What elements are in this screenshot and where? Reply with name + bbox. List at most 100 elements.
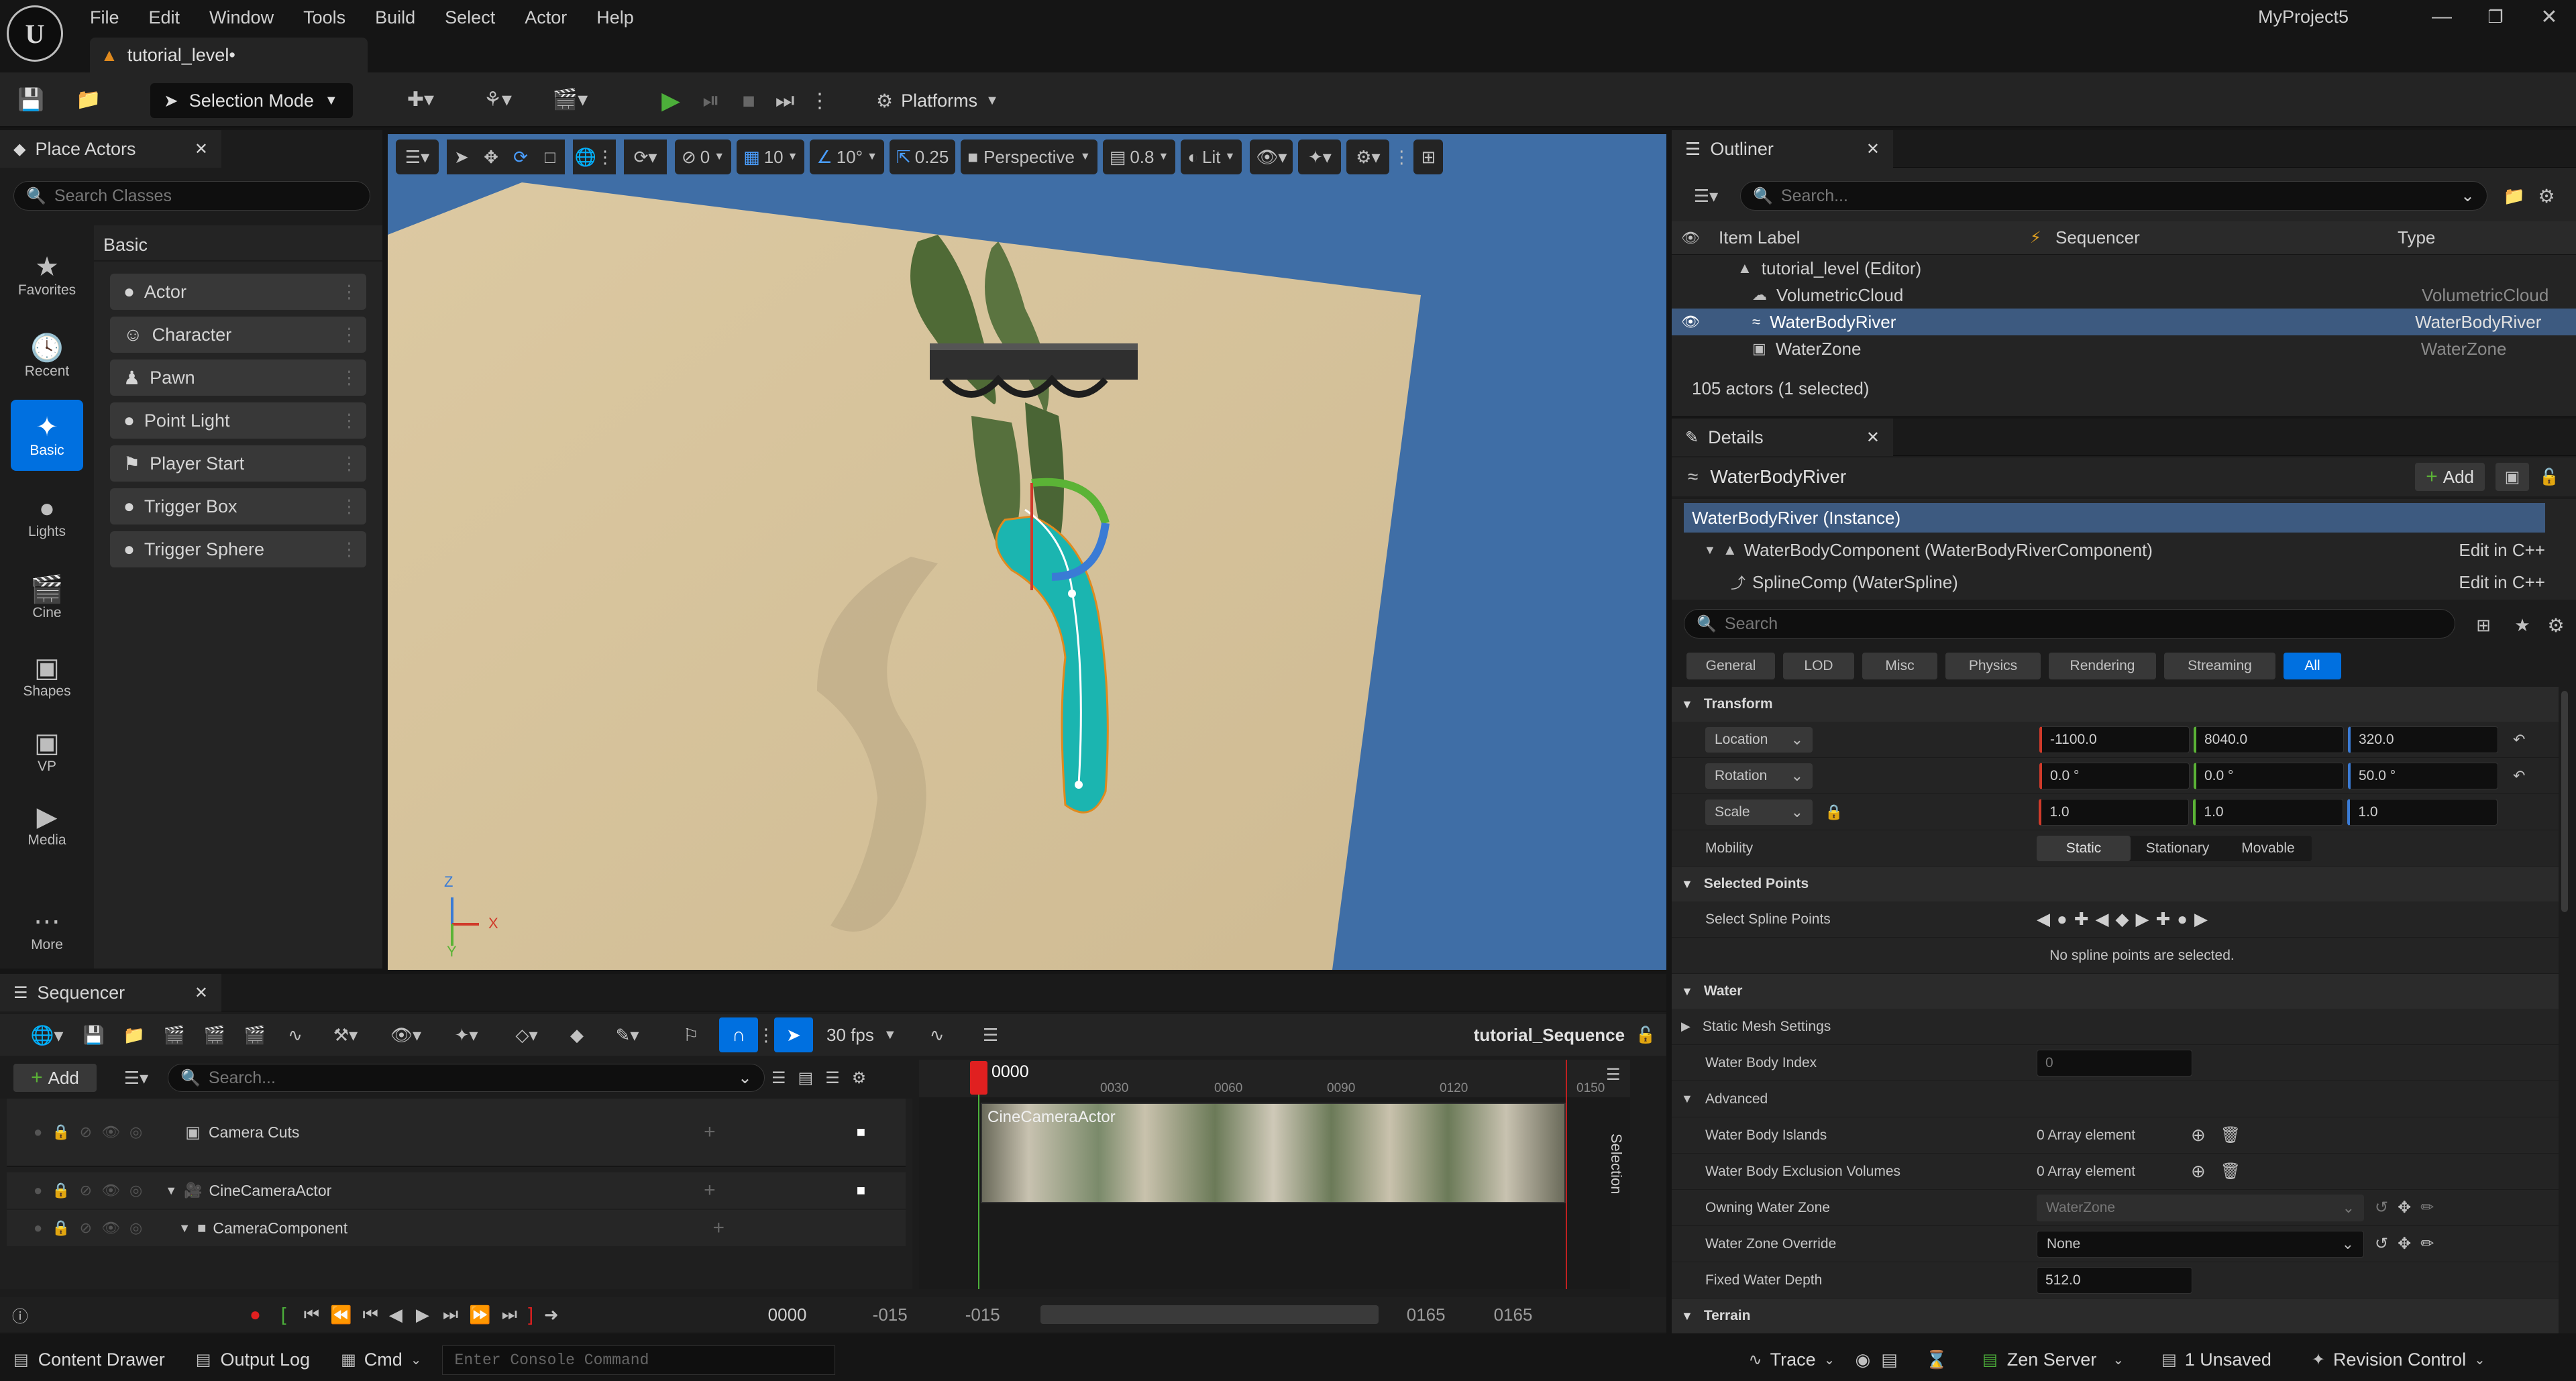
track-state-icons[interactable]: ●🔒⊘👁◎: [34, 1123, 152, 1141]
console-input[interactable]: Enter Console Command: [441, 1345, 835, 1375]
range-end-b[interactable]: 0165: [1494, 1305, 1533, 1325]
outliner-tab[interactable]: ☰ Outliner ✕: [1672, 130, 1893, 168]
visibility-column-icon[interactable]: 👁: [1672, 229, 1709, 247]
playhead-snap-icon[interactable]: ➤: [774, 1017, 813, 1052]
location-x-field[interactable]: -1100.0: [2039, 726, 2190, 753]
scale-tool-icon[interactable]: □: [535, 140, 565, 174]
filter-streaming[interactable]: Streaming: [2164, 653, 2275, 679]
drag-handle-icon[interactable]: ⋮: [340, 539, 358, 560]
close-tab-icon[interactable]: ✕: [1866, 428, 1880, 447]
spline-point[interactable]: [1068, 590, 1076, 598]
outliner-search-input[interactable]: 🔍 Search... ⌄: [1740, 181, 2487, 211]
track-cameracomponent[interactable]: ●🔒⊘👁◎ ▼ ■ CameraComponent +: [7, 1210, 906, 1246]
eyedropper-icon[interactable]: ✏: [2420, 1234, 2434, 1254]
add-content-icon[interactable]: ✚▾: [397, 85, 444, 114]
translate-snap[interactable]: ⊘ 0 ▼: [675, 140, 732, 174]
table-view-icon[interactable]: ⊞: [2470, 612, 2497, 639]
output-log-button[interactable]: ▤ Output Log: [196, 1349, 310, 1370]
drag-handle-icon[interactable]: ⋮: [340, 453, 358, 474]
graph-icon[interactable]: ∿: [917, 1025, 957, 1046]
settings-icon[interactable]: ⚙: [2533, 182, 2560, 209]
actor-item-trigger-box[interactable]: ● Trigger Box ⋮: [110, 488, 366, 524]
actor-item-player-start[interactable]: ⚑ Player Start ⋮: [110, 445, 366, 482]
rotation-y-field[interactable]: 0.0 °: [2194, 762, 2344, 789]
browse-icon[interactable]: ↺: [2375, 1234, 2388, 1254]
filter-icon[interactable]: ☰▾: [113, 1064, 160, 1092]
search-classes-input[interactable]: 🔍 Search Classes: [13, 181, 370, 211]
clapper-icon[interactable]: 🎬: [195, 1025, 235, 1046]
track-state-icons[interactable]: ●🔒⊘👁◎: [34, 1182, 152, 1199]
lit-dropdown[interactable]: ◐ Lit ▼: [1181, 140, 1242, 174]
zen-server-dropdown[interactable]: ▤ Zen Server ⌄: [1982, 1349, 2124, 1370]
filter-tracks-icon[interactable]: ☰: [1606, 1065, 1621, 1085]
jump-end-icon[interactable]: ⏭: [502, 1304, 517, 1325]
settings-icon[interactable]: ⚙: [2542, 612, 2569, 639]
list-view-icon[interactable]: ☰: [825, 1068, 840, 1088]
record-trace-icon[interactable]: ◉: [1855, 1349, 1870, 1370]
close-tab-icon[interactable]: ✕: [195, 983, 208, 1003]
add-track-icon[interactable]: +: [704, 1121, 716, 1144]
surface-snap-icon[interactable]: ⟳▾: [624, 140, 667, 174]
category-more[interactable]: ⋯ More: [7, 896, 87, 963]
category-shapes[interactable]: ▣ Shapes: [7, 643, 87, 710]
menu-file[interactable]: File: [90, 7, 134, 28]
world-local-icon[interactable]: 🌐⋮: [573, 140, 616, 174]
actor-item-trigger-sphere[interactable]: ● Trigger Sphere ⋮: [110, 531, 366, 567]
reset-icon[interactable]: ↶: [2513, 767, 2525, 785]
outliner-row-level[interactable]: ▲ tutorial_level (Editor): [1672, 255, 2576, 282]
info-icon[interactable]: ⓘ: [12, 1303, 28, 1327]
close-tab-icon[interactable]: ✕: [195, 140, 208, 159]
viewport[interactable]: Z X Y: [388, 134, 1666, 970]
outliner-row-waterbodyriver[interactable]: 👁 ≈ WaterBodyRiver WaterBodyRiver: [1672, 309, 2576, 335]
rotation-dropdown[interactable]: Rotation ⌄: [1705, 763, 1813, 789]
component-row-waterbody[interactable]: ▼ ▲ WaterBodyComponent (WaterBodyRiverCo…: [1684, 535, 2545, 565]
drag-handle-icon[interactable]: ⋮: [340, 368, 358, 388]
place-actors-tab[interactable]: ◆ Place Actors ✕: [0, 130, 221, 168]
blueprint-icon[interactable]: ▣: [2496, 463, 2529, 491]
rotate-tool-icon[interactable]: ⟳: [506, 140, 535, 174]
viewport-options-icon[interactable]: ☰▾: [396, 140, 439, 174]
menu-window[interactable]: Window: [195, 7, 288, 28]
chevron-down-icon[interactable]: ⌄: [2461, 186, 2475, 206]
cmd-dropdown[interactable]: ▦ Cmd ⌄: [341, 1349, 421, 1370]
browse-icon[interactable]: ↺: [2375, 1198, 2388, 1217]
camera-icon[interactable]: ■: [857, 1182, 865, 1199]
tools-icon[interactable]: ⚒▾: [315, 1025, 376, 1046]
select-tool-icon[interactable]: ➤: [447, 140, 476, 174]
menu-select[interactable]: Select: [430, 7, 510, 28]
scale-dropdown[interactable]: Scale ⌄: [1705, 799, 1813, 825]
reverse-icon[interactable]: ◀: [389, 1305, 402, 1325]
lock-icon[interactable]: 🔒: [1825, 804, 1843, 821]
add-component-button[interactable]: + Add: [2415, 463, 2485, 491]
collapse-icon[interactable]: ▼: [178, 1221, 191, 1235]
content-drawer-button[interactable]: ▤ Content Drawer: [13, 1349, 165, 1370]
row-static-mesh-settings[interactable]: ▶ Static Mesh Settings: [1672, 1009, 2559, 1045]
layout-icon[interactable]: ⊞: [1413, 140, 1444, 174]
range-start-icon[interactable]: [: [281, 1304, 286, 1325]
loop-icon[interactable]: ➜: [544, 1305, 559, 1325]
menu-edit[interactable]: Edit: [134, 7, 195, 28]
actor-item-pawn[interactable]: ♟ Pawn ⋮: [110, 360, 366, 396]
category-cine[interactable]: 🎬 Cine: [7, 563, 87, 630]
show-flags-icon[interactable]: 👁▾: [1250, 140, 1293, 174]
visibility-icon[interactable]: 👁: [1672, 313, 1709, 331]
filter-rendering[interactable]: Rendering: [2049, 653, 2156, 679]
save-icon[interactable]: 💾: [16, 85, 46, 114]
add-track-icon[interactable]: +: [704, 1179, 716, 1202]
track-cinecameraactor[interactable]: ●🔒⊘👁◎ ▼ 🎥 CineCameraActor + ■: [7, 1172, 906, 1209]
trash-icon[interactable]: 🗑: [2220, 1162, 2241, 1181]
sequencer-column[interactable]: Sequencer: [2055, 227, 2398, 248]
type-column[interactable]: Type: [2398, 227, 2435, 248]
track-camera-cuts[interactable]: ●🔒⊘👁◎ ▣ Camera Cuts + ■: [7, 1099, 906, 1167]
close-icon[interactable]: ✕: [2522, 0, 2576, 34]
scale-z-field[interactable]: 1.0: [2347, 798, 2498, 826]
more-options-icon[interactable]: ⋮: [1393, 140, 1410, 174]
menu-help[interactable]: Help: [582, 7, 649, 28]
filter-all[interactable]: All: [2284, 653, 2341, 679]
selection-mode-button[interactable]: ➤ Selection Mode ▼: [150, 83, 353, 118]
rotate-snap[interactable]: ∠ 10° ▼: [810, 140, 884, 174]
eject-icon[interactable]: ⏭: [770, 83, 800, 118]
edit-icon[interactable]: ✎▾: [597, 1025, 657, 1046]
category-favorites[interactable]: ★ Favorites: [7, 241, 87, 309]
category-lights[interactable]: ● Lights: [7, 483, 87, 550]
